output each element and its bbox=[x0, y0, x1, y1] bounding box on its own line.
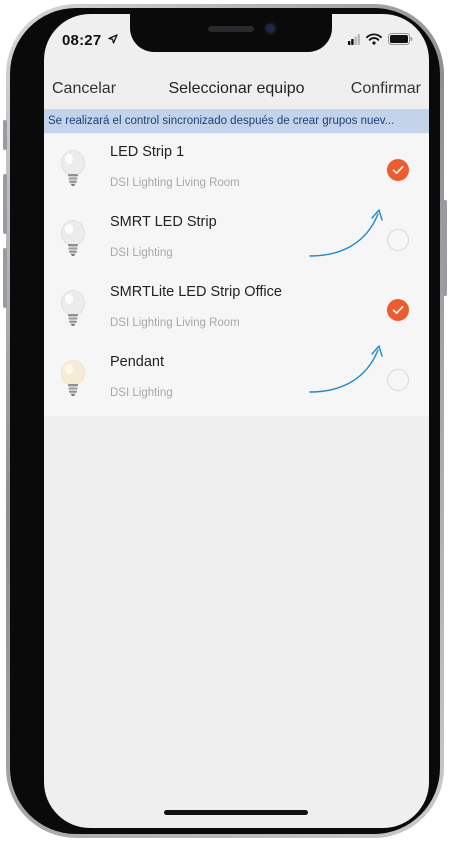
status-bar-icons bbox=[348, 33, 413, 45]
device-room: DSI Lighting Living Room bbox=[110, 317, 240, 329]
device-row-led-strip-1[interactable]: LED Strip 1 DSI Lighting Living Room bbox=[44, 134, 429, 204]
annotation-arrow-icon bbox=[309, 345, 383, 393]
side-button bbox=[443, 200, 447, 296]
annotation-arrow-icon bbox=[309, 209, 383, 257]
status-bar-time: 08:27 bbox=[62, 32, 118, 49]
speaker-grille bbox=[208, 26, 254, 32]
device-name: LED Strip 1 bbox=[110, 144, 185, 160]
cellular-signal-icon bbox=[348, 33, 360, 45]
select-checkbox-unchecked[interactable] bbox=[387, 229, 409, 251]
select-checkbox-checked[interactable] bbox=[387, 159, 409, 181]
navigation-bar: Cancelar Seleccionar equipo Confirmar bbox=[44, 72, 429, 108]
location-arrow-icon bbox=[108, 34, 118, 44]
device-room: DSI Lighting bbox=[110, 247, 173, 259]
volume-up-button bbox=[3, 174, 7, 234]
select-checkbox-unchecked[interactable] bbox=[387, 369, 409, 391]
home-indicator[interactable] bbox=[164, 810, 308, 815]
light-bulb-icon bbox=[61, 150, 85, 186]
wifi-icon bbox=[366, 33, 382, 45]
device-name: SMRT LED Strip bbox=[110, 214, 217, 230]
select-checkbox-checked[interactable] bbox=[387, 299, 409, 321]
battery-icon bbox=[388, 33, 413, 45]
screen: 08:27 Cancelar Seleccionar equipo Confir… bbox=[44, 14, 429, 828]
device-room: DSI Lighting bbox=[110, 387, 173, 399]
device-row-smrtlite-led-strip-office[interactable]: SMRTLite LED Strip Office DSI Lighting L… bbox=[44, 274, 429, 344]
device-room: DSI Lighting Living Room bbox=[110, 177, 240, 189]
volume-down-button bbox=[3, 248, 7, 308]
info-banner: Se realizará el control sincronizado des… bbox=[44, 109, 429, 133]
light-bulb-icon bbox=[61, 290, 85, 326]
status-time-text: 08:27 bbox=[62, 32, 102, 49]
checkmark-icon bbox=[392, 166, 404, 174]
checkmark-icon bbox=[392, 306, 404, 314]
light-bulb-icon bbox=[61, 220, 85, 256]
light-bulb-icon bbox=[61, 360, 85, 396]
mute-switch bbox=[3, 120, 7, 150]
notch bbox=[130, 14, 332, 52]
confirm-button[interactable]: Confirmar bbox=[351, 80, 421, 98]
info-banner-text: Se realizará el control sincronizado des… bbox=[48, 115, 395, 127]
device-name: Pendant bbox=[110, 354, 165, 370]
device-name: SMRTLite LED Strip Office bbox=[110, 284, 282, 300]
front-camera bbox=[266, 24, 275, 33]
